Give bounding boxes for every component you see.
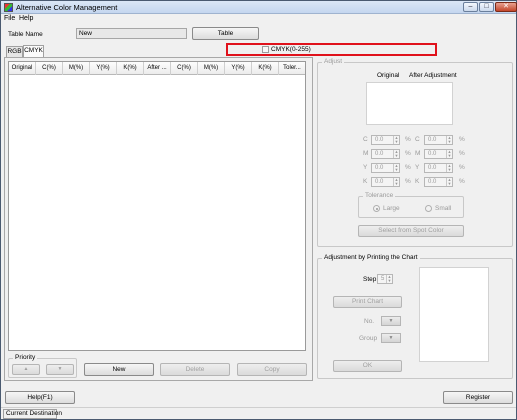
after-y-spinner[interactable]: 0.0 ▲ ▼ [424,163,453,173]
tolerance-large-radio[interactable] [373,205,380,212]
tab-cmyk[interactable]: CMYK [23,45,44,57]
menu-bar: File Help [1,14,516,25]
tolerance-title: Tolerance [363,192,396,199]
column-header[interactable]: Y(%) [225,62,252,75]
step-spinner[interactable]: 5 ▲ ▼ [377,274,393,284]
column-header[interactable]: K(%) [252,62,279,75]
column-header[interactable]: M(%) [63,62,90,75]
column-header[interactable]: C(%) [171,62,198,75]
tolerance-group: Tolerance Large Small [358,192,464,218]
after-y-label: Y [415,164,420,171]
cmyk-highlight-box: CMYK(0-255) [226,43,437,56]
step-label: Step [363,276,377,283]
cmyk-checkbox-label: CMYK(0-255) [271,46,311,53]
adjust-group: Adjust Original After Adjustment C 0.0 ▲ ▼… [317,58,513,247]
color-table-header: Original C(%) M(%) Y(%) K(%) After ... C… [9,62,305,75]
table-button[interactable]: Table [192,27,259,40]
original-m-label: M [363,150,369,157]
help-button[interactable]: Help(F1) [5,391,75,404]
unit-label: % [405,150,411,157]
after-k-label: K [415,178,420,185]
priority-label: Priority [13,354,38,361]
color-preview [366,82,453,125]
after-adjustment-label: After Adjustment [409,72,457,79]
current-destination-status: Current Destination [3,409,62,419]
unit-label: % [459,150,465,157]
menu-file[interactable]: File [4,15,15,22]
original-c-spinner[interactable]: 0.0 ▲ ▼ [371,135,400,145]
column-header[interactable]: M(%) [198,62,225,75]
cmyk-checkbox[interactable] [262,46,269,53]
chart-group-label: Group [359,335,378,342]
column-header[interactable]: K(%) [117,62,144,75]
new-button[interactable]: New [84,363,154,376]
after-m-label: M [415,150,421,157]
select-spot-color-button[interactable]: Select from Spot Color [358,225,464,237]
chart-preview [419,267,489,362]
after-c-spinner[interactable]: 0.0 ▲ ▼ [424,135,453,145]
tolerance-large-label: Large [383,205,400,212]
unit-label: % [459,164,465,171]
column-header[interactable]: C(%) [36,62,63,75]
tolerance-small-radio[interactable] [425,205,432,212]
original-k-label: K [363,178,368,185]
delete-button[interactable]: Delete [160,363,230,376]
chart-ok-button[interactable]: OK [333,360,402,372]
menu-help[interactable]: Help [19,15,33,22]
copy-button[interactable]: Copy [237,363,307,376]
original-label: Original [377,72,400,79]
status-bar: Current Destination [1,407,516,419]
tolerance-small-label: Small [435,205,452,212]
priority-group: Priority ▲ ▼ [8,354,77,378]
priority-down-button[interactable]: ▼ [46,364,74,375]
unit-label: % [405,164,411,171]
column-header[interactable]: After ... [144,62,171,75]
app-icon [4,3,13,12]
unit-label: % [459,136,465,143]
maximize-icon[interactable]: □ [479,2,494,12]
table-name-field[interactable]: New [76,28,187,39]
after-m-spinner[interactable]: 0.0 ▲ ▼ [424,149,453,159]
unit-label: % [405,136,411,143]
original-k-spinner[interactable]: 0.0 ▲ ▼ [371,177,400,187]
register-button[interactable]: Register [443,391,513,404]
chart-group-title: Adjustment by Printing the Chart [322,254,420,261]
original-y-label: Y [363,164,368,171]
unit-label: % [405,178,411,185]
column-header[interactable]: Toler... [279,62,305,75]
window-title: Alternative Color Management [16,3,118,12]
original-y-spinner[interactable]: 0.0 ▲ ▼ [371,163,400,173]
chart-group-dropdown[interactable]: ▼ [381,333,401,343]
priority-up-button[interactable]: ▲ [12,364,40,375]
main-window: Alternative Color Management – □ ✕ File … [0,0,517,420]
original-m-spinner[interactable]: 0.0 ▲ ▼ [371,149,400,159]
print-chart-button[interactable]: Print Chart [333,296,402,308]
adjust-title: Adjust [322,58,345,65]
title-bar: Alternative Color Management – □ ✕ [1,1,517,14]
after-k-spinner[interactable]: 0.0 ▲ ▼ [424,177,453,187]
adjustment-chart-group: Adjustment by Printing the Chart Step 5 ▲… [317,254,513,379]
table-name-label: Table Name [8,31,43,38]
chart-no-label: No. [364,318,375,325]
after-c-label: C [415,136,420,143]
original-c-label: C [363,136,368,143]
unit-label: % [459,178,465,185]
column-header[interactable]: Original [9,62,36,75]
color-table[interactable]: Original C(%) M(%) Y(%) K(%) After ... C… [8,61,306,351]
tab-rgb[interactable]: RGB [6,46,23,57]
close-icon[interactable]: ✕ [495,2,517,12]
minimize-icon[interactable]: – [463,2,478,12]
column-header[interactable]: Y(%) [90,62,117,75]
chart-no-dropdown[interactable]: ▼ [381,316,401,326]
